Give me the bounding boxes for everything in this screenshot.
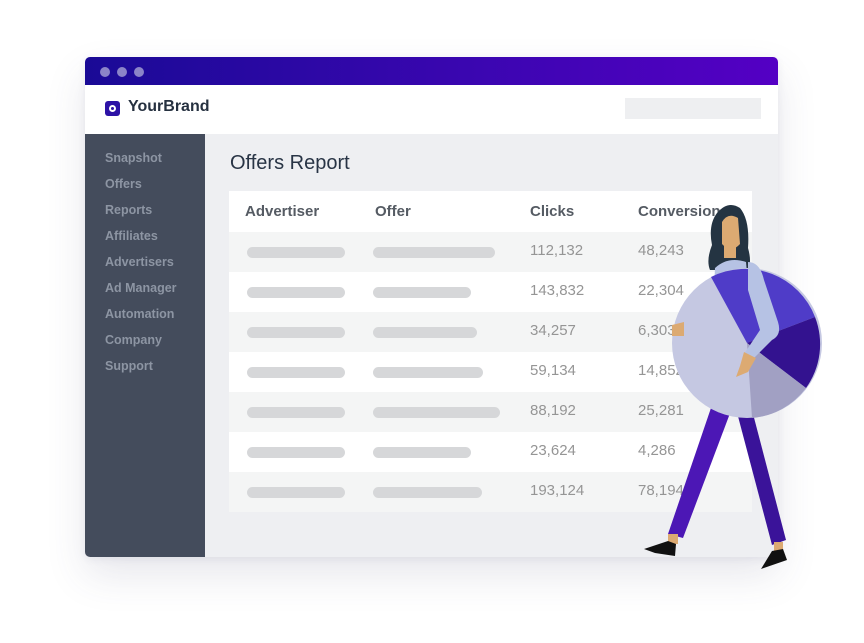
conversions-cell: 48,243	[638, 242, 684, 259]
offer-placeholder	[373, 287, 471, 298]
table-row[interactable]: 23,624 4,286	[229, 432, 752, 472]
table-header: Advertiser Offer Clicks Conversions	[229, 191, 752, 232]
app-window: YourBrand Snapshot Offers Reports Affili…	[85, 57, 778, 557]
advertiser-placeholder	[247, 287, 345, 298]
column-header-clicks[interactable]: Clicks	[530, 203, 574, 220]
sidebar-item-ad-manager[interactable]: Ad Manager	[105, 281, 177, 295]
clicks-cell: 112,132	[530, 242, 584, 259]
conversions-cell: 6,303	[638, 322, 676, 339]
sidebar-item-advertisers[interactable]: Advertisers	[105, 255, 174, 269]
brand-logo-icon	[105, 101, 120, 116]
conversions-cell: 14,852	[638, 362, 684, 379]
sidebar-item-affiliates[interactable]: Affiliates	[105, 229, 158, 243]
offer-placeholder	[373, 327, 477, 338]
app-header: YourBrand	[85, 85, 778, 134]
window-control-dot[interactable]	[117, 67, 127, 77]
advertiser-placeholder	[247, 247, 345, 258]
sidebar-item-snapshot[interactable]: Snapshot	[105, 151, 162, 165]
sidebar-item-offers[interactable]: Offers	[105, 177, 142, 191]
offer-placeholder	[373, 447, 471, 458]
window-titlebar	[85, 57, 778, 85]
advertiser-placeholder	[247, 447, 345, 458]
offer-placeholder	[373, 487, 482, 498]
sidebar-item-automation[interactable]: Automation	[105, 307, 174, 321]
advertiser-placeholder	[247, 407, 345, 418]
advertiser-placeholder	[247, 367, 345, 378]
page-title: Offers Report	[230, 152, 350, 174]
sidebar-item-support[interactable]: Support	[105, 359, 153, 373]
table-row[interactable]: 143,832 22,304	[229, 272, 752, 312]
conversions-cell: 25,281	[638, 402, 684, 419]
offer-placeholder	[373, 407, 500, 418]
window-control-dot[interactable]	[100, 67, 110, 77]
offer-placeholder	[373, 367, 483, 378]
sidebar: Snapshot Offers Reports Affiliates Adver…	[85, 134, 205, 557]
table-row[interactable]: 88,192 25,281	[229, 392, 752, 432]
brand-name[interactable]: YourBrand	[128, 98, 209, 116]
clicks-cell: 193,124	[530, 482, 585, 499]
clicks-cell: 88,192	[530, 402, 576, 419]
table-row[interactable]: 193,124 78,194	[229, 472, 752, 512]
window-control-dot[interactable]	[134, 67, 144, 77]
clicks-cell: 143,832	[530, 282, 585, 299]
advertiser-placeholder	[247, 487, 345, 498]
sidebar-item-reports[interactable]: Reports	[105, 203, 152, 217]
conversions-cell: 4,286	[638, 442, 676, 459]
conversions-cell: 78,194	[638, 482, 684, 499]
column-header-conversions[interactable]: Conversions	[638, 203, 729, 220]
clicks-cell: 34,257	[530, 322, 576, 339]
sidebar-item-company[interactable]: Company	[105, 333, 162, 347]
offer-placeholder	[373, 247, 495, 258]
clicks-cell: 59,134	[530, 362, 576, 379]
table-row[interactable]: 112,132 48,243	[229, 232, 752, 272]
search-input[interactable]	[625, 98, 761, 119]
conversions-cell: 22,304	[638, 282, 684, 299]
table-row[interactable]: 34,257 6,303	[229, 312, 752, 352]
offers-table: Advertiser Offer Clicks Conversions 112,…	[229, 191, 752, 512]
column-header-offer[interactable]: Offer	[375, 203, 411, 220]
column-header-advertiser[interactable]: Advertiser	[245, 203, 319, 220]
table-row[interactable]: 59,134 14,852	[229, 352, 752, 392]
clicks-cell: 23,624	[530, 442, 576, 459]
advertiser-placeholder	[247, 327, 345, 338]
